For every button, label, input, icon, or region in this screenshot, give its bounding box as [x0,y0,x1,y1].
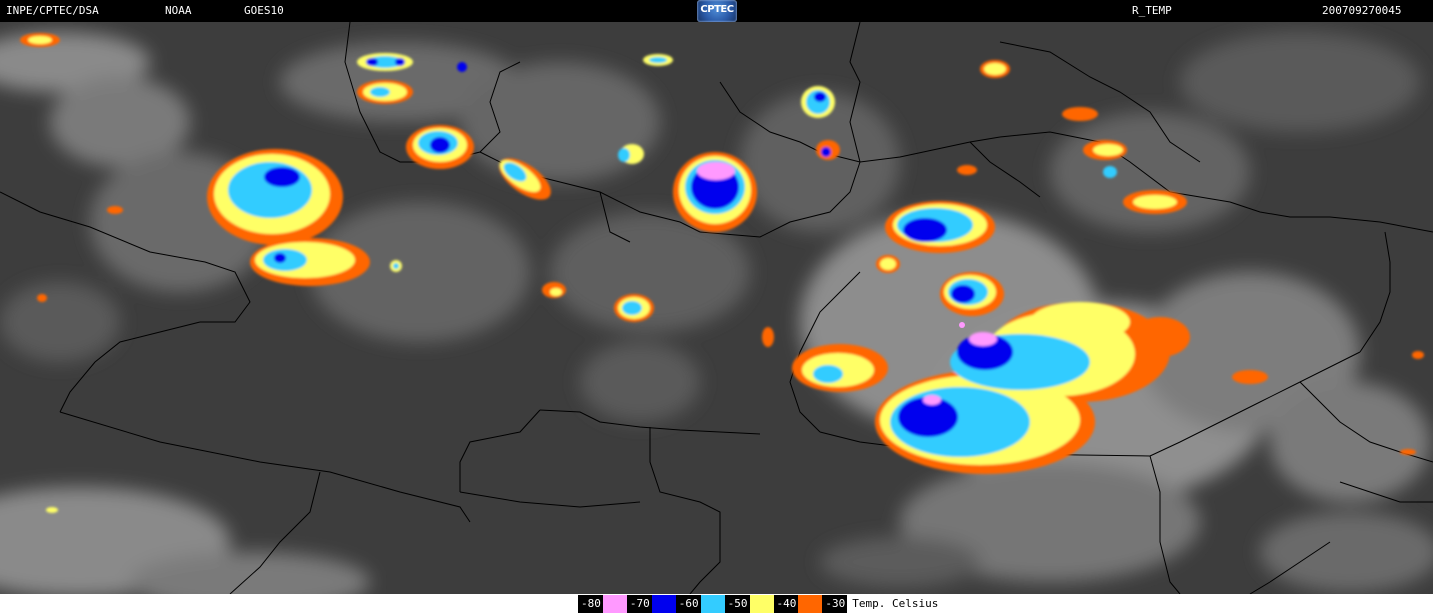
legend-swatch [749,595,774,613]
satellite-map [0,22,1433,594]
header-satellite: GOES10 [244,4,284,17]
legend-item-minus-70: -70 [626,595,676,613]
header-source: INPE/CPTEC/DSA [6,4,99,17]
cptec-logo: CPTEC [697,0,737,22]
legend-units: Temp. Celsius [852,597,939,610]
satellite-image-frame: INPE/CPTEC/DSA NOAA GOES10 CPTEC R_TEMP … [0,0,1433,614]
header-product: R_TEMP [1132,4,1172,17]
legend-label: -50 [724,595,750,613]
legend-label: -70 [626,595,652,613]
storm-cell-central [673,152,757,232]
legend-label: -60 [675,595,701,613]
cold-core-speck [959,322,965,328]
header-datetime: 200709270045 [1322,4,1402,17]
legend-label: -80 [578,595,603,613]
legend-item-minus-30: -30 [822,595,848,613]
legend-swatch [798,595,823,613]
legend-item-minus-50: -50 [724,595,774,613]
legend-item-minus-40: -40 [773,595,823,613]
temperature-legend: -80 -70 -60 -50 -40 -30 Temp. Celsius [578,595,938,613]
legend-item-minus-80: -80 [578,595,627,613]
legend-swatch [602,595,627,613]
legend-swatch [651,595,676,613]
legend-item-minus-60: -60 [675,595,725,613]
legend-bar: -80 -70 -60 -50 -40 -30 Temp. Celsius [0,594,1433,614]
header-bar: INPE/CPTEC/DSA NOAA GOES10 CPTEC R_TEMP … [0,0,1433,22]
header-agency: NOAA [165,4,192,17]
legend-label: -30 [822,595,848,613]
legend-label: -40 [773,595,799,613]
legend-swatch [700,595,725,613]
